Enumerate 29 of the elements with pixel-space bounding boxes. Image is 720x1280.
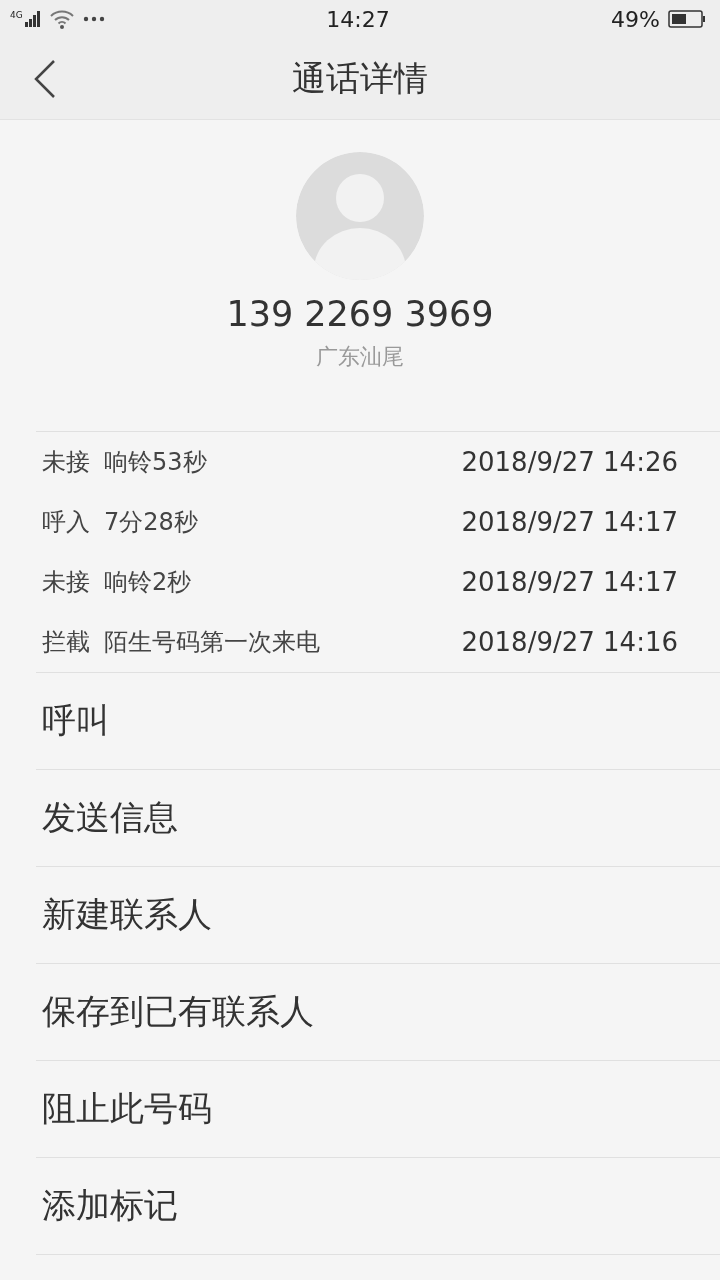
action-item[interactable]: 呼叫: [36, 673, 720, 770]
signal-icon: [24, 11, 41, 27]
action-item[interactable]: 保存到已有联系人: [36, 964, 720, 1061]
call-type: 未接: [42, 447, 90, 478]
call-time: 2018/9/27 14:17: [461, 507, 678, 537]
phone-number: 139 2269 3969: [226, 294, 494, 334]
call-time: 2018/9/27 14:26: [461, 447, 678, 477]
battery-percent: 49%: [611, 6, 660, 32]
call-time: 2018/9/27 14:17: [461, 567, 678, 597]
call-type: 呼入: [42, 507, 90, 538]
more-icon: [82, 16, 105, 22]
network-label: 4G: [10, 11, 23, 20]
action-item[interactable]: 阻止此号码: [36, 1061, 720, 1158]
call-detail: 7分28秒: [104, 507, 199, 538]
call-type: 未接: [42, 567, 90, 598]
wifi-icon: [48, 9, 75, 29]
clock: 14:27: [325, 6, 391, 32]
call-type: 拦截: [42, 627, 90, 658]
call-detail: 响铃2秒: [104, 567, 193, 598]
call-detail: 陌生号码第一次来电: [104, 627, 321, 658]
page-title: 通话详情: [292, 56, 428, 100]
call-detail: 响铃53秒: [104, 447, 208, 478]
action-item[interactable]: 添加标记: [36, 1158, 720, 1255]
battery-icon: [668, 10, 706, 28]
call-time: 2018/9/27 14:16: [461, 627, 678, 657]
number-location: 广东汕尾: [316, 343, 404, 371]
action-item[interactable]: 发送信息: [36, 770, 720, 867]
action-item[interactable]: 新建联系人: [36, 867, 720, 964]
avatar-icon: [296, 152, 424, 280]
